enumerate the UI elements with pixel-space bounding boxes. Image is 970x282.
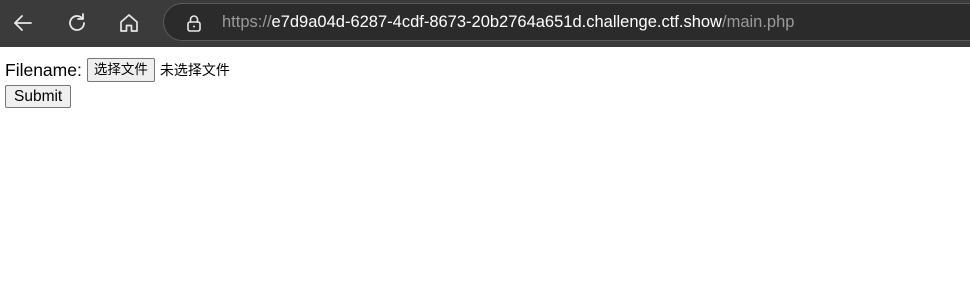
url-host: e7d9a04d-6287-4cdf-8673-20b2764a651d.cha… xyxy=(271,13,722,31)
home-button[interactable] xyxy=(113,7,145,39)
arrow-left-icon xyxy=(11,11,35,35)
reload-button[interactable] xyxy=(61,7,93,39)
choose-file-button[interactable]: 选择文件 xyxy=(86,58,155,82)
filename-label: Filename: xyxy=(5,59,82,80)
browser-toolbar: https://e7d9a04d-6287-4cdf-8673-20b2764a… xyxy=(0,0,970,47)
home-icon xyxy=(117,11,141,35)
reload-icon xyxy=(65,11,89,35)
submit-button[interactable]: Submit xyxy=(5,85,72,108)
no-file-selected-text: 未选择文件 xyxy=(159,63,230,79)
address-bar[interactable]: https://e7d9a04d-6287-4cdf-8673-20b2764a… xyxy=(163,3,970,41)
url-path: /main.php xyxy=(721,13,795,31)
url-scheme: https:// xyxy=(222,13,272,31)
back-button[interactable] xyxy=(7,7,39,39)
lock-icon[interactable] xyxy=(186,14,202,32)
page-content: Filename: 选择文件 未选择文件 Submit xyxy=(0,47,970,282)
url-text: https://e7d9a04d-6287-4cdf-8673-20b2764a… xyxy=(222,13,794,32)
file-upload-row: Filename: 选择文件 未选择文件 xyxy=(5,57,230,83)
